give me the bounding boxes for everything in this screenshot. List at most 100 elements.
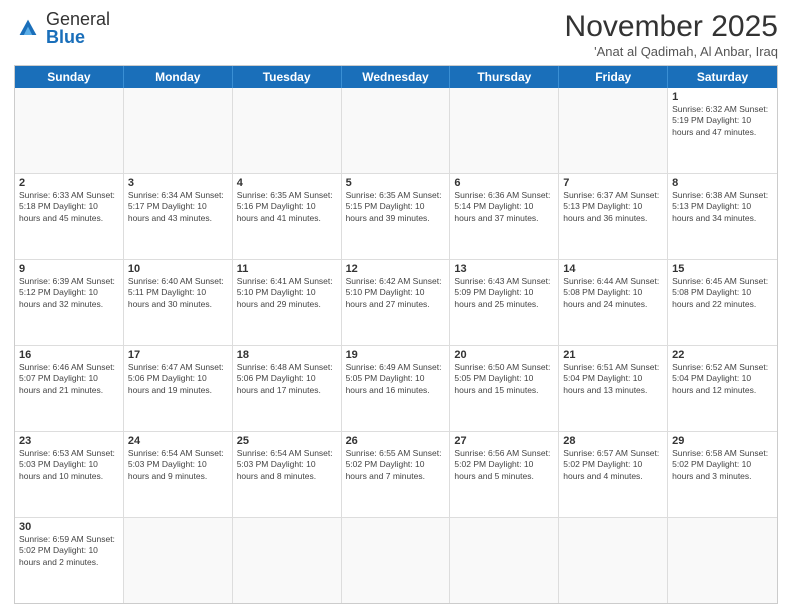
day-header-wednesday: Wednesday (342, 66, 451, 88)
day-header-monday: Monday (124, 66, 233, 88)
week-row-1: 1Sunrise: 6:32 AM Sunset: 5:19 PM Daylig… (15, 88, 777, 173)
day-number: 30 (19, 521, 119, 533)
day-header-friday: Friday (559, 66, 668, 88)
day-number: 8 (672, 177, 773, 189)
day-cell-2: 2Sunrise: 6:33 AM Sunset: 5:18 PM Daylig… (15, 174, 124, 259)
day-info: Sunrise: 6:42 AM Sunset: 5:10 PM Dayligh… (346, 276, 446, 310)
day-cell-29: 29Sunrise: 6:58 AM Sunset: 5:02 PM Dayli… (668, 432, 777, 517)
day-info: Sunrise: 6:46 AM Sunset: 5:07 PM Dayligh… (19, 362, 119, 396)
logo-text: General Blue (46, 10, 110, 46)
location: 'Anat al Qadimah, Al Anbar, Iraq (565, 44, 778, 59)
day-info: Sunrise: 6:43 AM Sunset: 5:09 PM Dayligh… (454, 276, 554, 310)
day-cell-14: 14Sunrise: 6:44 AM Sunset: 5:08 PM Dayli… (559, 260, 668, 345)
day-cell-empty (450, 518, 559, 603)
day-header-saturday: Saturday (668, 66, 777, 88)
day-number: 12 (346, 263, 446, 275)
day-cell-16: 16Sunrise: 6:46 AM Sunset: 5:07 PM Dayli… (15, 346, 124, 431)
day-info: Sunrise: 6:48 AM Sunset: 5:06 PM Dayligh… (237, 362, 337, 396)
day-cell-20: 20Sunrise: 6:50 AM Sunset: 5:05 PM Dayli… (450, 346, 559, 431)
day-cell-5: 5Sunrise: 6:35 AM Sunset: 5:15 PM Daylig… (342, 174, 451, 259)
day-cell-21: 21Sunrise: 6:51 AM Sunset: 5:04 PM Dayli… (559, 346, 668, 431)
day-number: 20 (454, 349, 554, 361)
day-info: Sunrise: 6:53 AM Sunset: 5:03 PM Dayligh… (19, 448, 119, 482)
day-number: 3 (128, 177, 228, 189)
day-cell-19: 19Sunrise: 6:49 AM Sunset: 5:05 PM Dayli… (342, 346, 451, 431)
day-cell-9: 9Sunrise: 6:39 AM Sunset: 5:12 PM Daylig… (15, 260, 124, 345)
day-cell-3: 3Sunrise: 6:34 AM Sunset: 5:17 PM Daylig… (124, 174, 233, 259)
day-number: 24 (128, 435, 228, 447)
day-cell-empty (233, 88, 342, 173)
day-cell-empty (124, 88, 233, 173)
day-info: Sunrise: 6:57 AM Sunset: 5:02 PM Dayligh… (563, 448, 663, 482)
day-cell-8: 8Sunrise: 6:38 AM Sunset: 5:13 PM Daylig… (668, 174, 777, 259)
day-cell-18: 18Sunrise: 6:48 AM Sunset: 5:06 PM Dayli… (233, 346, 342, 431)
week-row-5: 23Sunrise: 6:53 AM Sunset: 5:03 PM Dayli… (15, 431, 777, 517)
day-cell-30: 30Sunrise: 6:59 AM Sunset: 5:02 PM Dayli… (15, 518, 124, 603)
day-info: Sunrise: 6:35 AM Sunset: 5:16 PM Dayligh… (237, 190, 337, 224)
day-cell-7: 7Sunrise: 6:37 AM Sunset: 5:13 PM Daylig… (559, 174, 668, 259)
day-cell-empty (233, 518, 342, 603)
day-cell-empty (15, 88, 124, 173)
day-number: 11 (237, 263, 337, 275)
day-headers: SundayMondayTuesdayWednesdayThursdayFrid… (15, 66, 777, 88)
day-cell-28: 28Sunrise: 6:57 AM Sunset: 5:02 PM Dayli… (559, 432, 668, 517)
day-cell-4: 4Sunrise: 6:35 AM Sunset: 5:16 PM Daylig… (233, 174, 342, 259)
day-number: 5 (346, 177, 446, 189)
day-info: Sunrise: 6:58 AM Sunset: 5:02 PM Dayligh… (672, 448, 773, 482)
title-block: November 2025 'Anat al Qadimah, Al Anbar… (565, 10, 778, 59)
day-cell-empty (124, 518, 233, 603)
week-row-6: 30Sunrise: 6:59 AM Sunset: 5:02 PM Dayli… (15, 517, 777, 603)
day-info: Sunrise: 6:45 AM Sunset: 5:08 PM Dayligh… (672, 276, 773, 310)
day-info: Sunrise: 6:54 AM Sunset: 5:03 PM Dayligh… (237, 448, 337, 482)
day-number: 13 (454, 263, 554, 275)
day-cell-1: 1Sunrise: 6:32 AM Sunset: 5:19 PM Daylig… (668, 88, 777, 173)
day-number: 10 (128, 263, 228, 275)
week-row-2: 2Sunrise: 6:33 AM Sunset: 5:18 PM Daylig… (15, 173, 777, 259)
day-info: Sunrise: 6:47 AM Sunset: 5:06 PM Dayligh… (128, 362, 228, 396)
day-number: 9 (19, 263, 119, 275)
header: General Blue November 2025 'Anat al Qadi… (14, 10, 778, 59)
day-cell-empty (342, 518, 451, 603)
day-info: Sunrise: 6:51 AM Sunset: 5:04 PM Dayligh… (563, 362, 663, 396)
day-cell-empty (559, 518, 668, 603)
day-number: 23 (19, 435, 119, 447)
day-cell-22: 22Sunrise: 6:52 AM Sunset: 5:04 PM Dayli… (668, 346, 777, 431)
logo-icon (14, 14, 42, 42)
day-cell-6: 6Sunrise: 6:36 AM Sunset: 5:14 PM Daylig… (450, 174, 559, 259)
day-number: 29 (672, 435, 773, 447)
day-number: 2 (19, 177, 119, 189)
logo: General Blue (14, 10, 110, 46)
day-info: Sunrise: 6:34 AM Sunset: 5:17 PM Dayligh… (128, 190, 228, 224)
day-info: Sunrise: 6:35 AM Sunset: 5:15 PM Dayligh… (346, 190, 446, 224)
day-cell-12: 12Sunrise: 6:42 AM Sunset: 5:10 PM Dayli… (342, 260, 451, 345)
week-row-3: 9Sunrise: 6:39 AM Sunset: 5:12 PM Daylig… (15, 259, 777, 345)
day-number: 4 (237, 177, 337, 189)
day-info: Sunrise: 6:38 AM Sunset: 5:13 PM Dayligh… (672, 190, 773, 224)
day-cell-25: 25Sunrise: 6:54 AM Sunset: 5:03 PM Dayli… (233, 432, 342, 517)
day-number: 7 (563, 177, 663, 189)
day-info: Sunrise: 6:52 AM Sunset: 5:04 PM Dayligh… (672, 362, 773, 396)
day-info: Sunrise: 6:55 AM Sunset: 5:02 PM Dayligh… (346, 448, 446, 482)
day-number: 19 (346, 349, 446, 361)
day-number: 21 (563, 349, 663, 361)
day-cell-26: 26Sunrise: 6:55 AM Sunset: 5:02 PM Dayli… (342, 432, 451, 517)
day-info: Sunrise: 6:54 AM Sunset: 5:03 PM Dayligh… (128, 448, 228, 482)
calendar-body: 1Sunrise: 6:32 AM Sunset: 5:19 PM Daylig… (15, 88, 777, 603)
day-header-thursday: Thursday (450, 66, 559, 88)
day-number: 16 (19, 349, 119, 361)
day-cell-empty (450, 88, 559, 173)
day-number: 22 (672, 349, 773, 361)
day-number: 26 (346, 435, 446, 447)
day-info: Sunrise: 6:37 AM Sunset: 5:13 PM Dayligh… (563, 190, 663, 224)
week-row-4: 16Sunrise: 6:46 AM Sunset: 5:07 PM Dayli… (15, 345, 777, 431)
day-cell-empty (342, 88, 451, 173)
day-info: Sunrise: 6:40 AM Sunset: 5:11 PM Dayligh… (128, 276, 228, 310)
day-cell-11: 11Sunrise: 6:41 AM Sunset: 5:10 PM Dayli… (233, 260, 342, 345)
day-number: 6 (454, 177, 554, 189)
day-number: 18 (237, 349, 337, 361)
day-info: Sunrise: 6:56 AM Sunset: 5:02 PM Dayligh… (454, 448, 554, 482)
day-info: Sunrise: 6:50 AM Sunset: 5:05 PM Dayligh… (454, 362, 554, 396)
day-cell-15: 15Sunrise: 6:45 AM Sunset: 5:08 PM Dayli… (668, 260, 777, 345)
day-cell-17: 17Sunrise: 6:47 AM Sunset: 5:06 PM Dayli… (124, 346, 233, 431)
day-number: 27 (454, 435, 554, 447)
